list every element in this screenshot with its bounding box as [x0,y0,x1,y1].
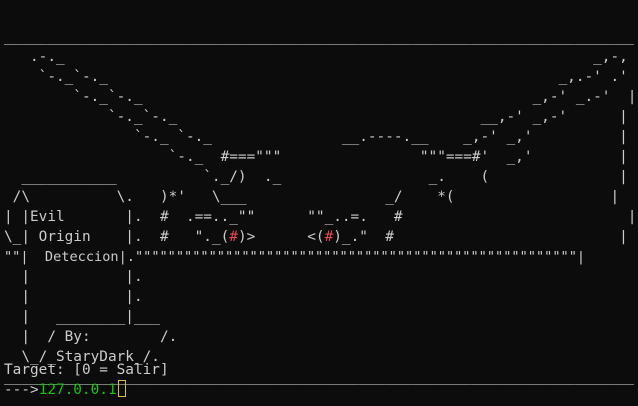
text-cursor [117,380,126,397]
target-prompt-label: Target: [0 = Salir] [4,362,169,378]
banner-line: `-._ #===""" """===#' _,' | [4,149,628,165]
banner-line: `-._`-._ _,.-' .' | [4,69,634,85]
left-eye: # [229,229,238,245]
banner-line-eyes: \_| Origin |. # "._(#)> <(#)_." # | [4,227,634,247]
banner-line: | |. | [4,269,634,285]
banner-line: | |. | [4,289,634,305]
prompt-area: Target: [0 = Salir] --->127.0.0.1 [4,360,169,400]
banner-line: .-._ _,-, | [4,49,634,65]
terminal-window: ________________________________________… [4,27,634,387]
eyes-prefix: \_| Origin |. # "._( [4,229,230,245]
banner-line-author: | / By: /. | [4,329,634,345]
prompt-arrow: ---> [4,382,39,398]
banner-line: `-._`-._ __,-' _,-' | [4,109,628,125]
eyes-middle: )> <( [237,229,325,245]
banner-line: ________________________________________… [4,29,634,45]
banner-line: | ________|___ | [4,309,634,325]
banner-line-title: | |Evil |. # .==.._"" ""_..=. # | [4,209,634,225]
banner-line: /\ \. )*' \___ _/ *( | [4,189,620,205]
banner-line-title: ""| Deteccion|."""""""""""""""""""""""""… [4,249,586,265]
eyes-suffix: )_." # | [333,229,628,245]
right-eye: # [324,229,334,245]
target-input-value[interactable]: 127.0.0.1 [39,382,117,398]
banner-line: ___________ `._/) ._ _. ( | [4,169,628,185]
banner-line: `-._`-._ _,-' _.-' | [4,89,634,105]
banner-line: `-._ `-._ __.----.__ _,-' _,' | [4,129,628,145]
command-input-line[interactable]: --->127.0.0.1 [4,380,169,400]
